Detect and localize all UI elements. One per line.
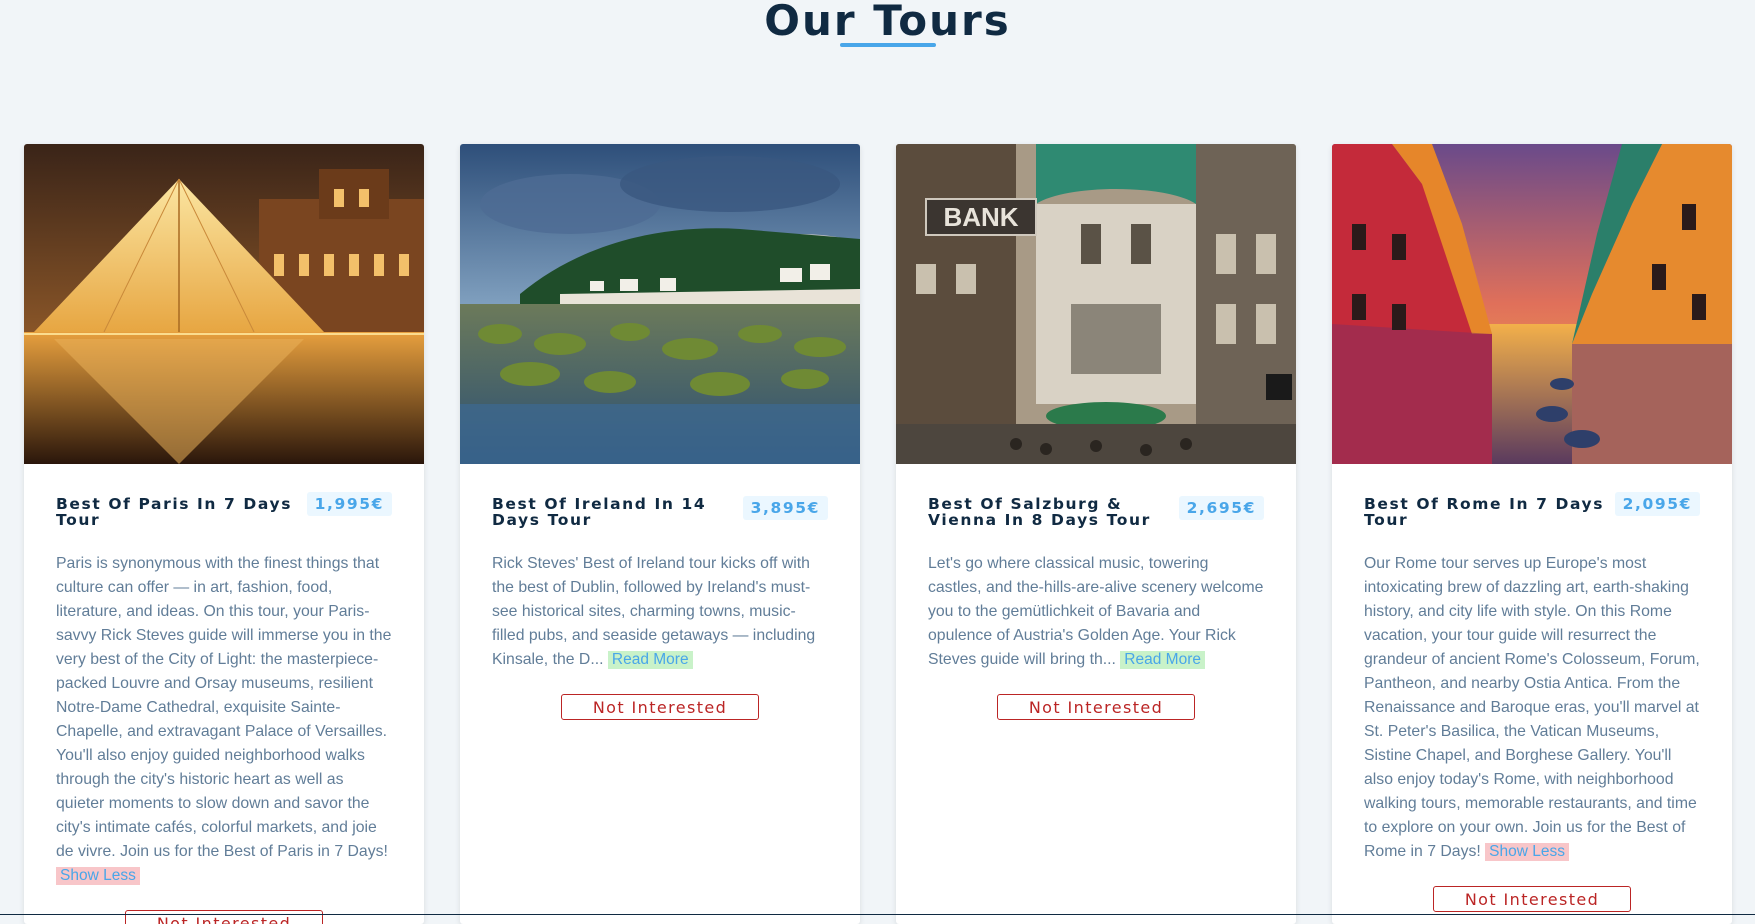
tour-image-paris xyxy=(24,144,424,464)
tour-description-text: Let's go where classical music, towering… xyxy=(928,555,1264,668)
tour-name: Best Of Salzburg & Vienna In 8 Days Tour xyxy=(928,495,1151,529)
tour-price: 2,695€ xyxy=(1178,496,1264,520)
tour-card-paris: Best Of Paris In 7 Days Tour 1,995€ Pari… xyxy=(24,144,424,924)
bank-sign-text: BANK xyxy=(943,202,1018,232)
not-interested-button[interactable]: Not Interested xyxy=(125,910,323,924)
tour-name: Best Of Rome In 7 Days Tour xyxy=(1364,495,1605,529)
tour-description-text: Paris is synonymous with the finest thin… xyxy=(56,555,392,860)
tour-description: Rick Steves' Best of Ireland tour kicks … xyxy=(492,552,828,672)
tour-description: Let's go where classical music, towering… xyxy=(928,552,1264,672)
tour-description: Our Rome tour serves up Europe's most in… xyxy=(1364,552,1700,864)
tour-name: Best Of Ireland In 14 Days Tour xyxy=(492,495,707,529)
not-interested-button[interactable]: Not Interested xyxy=(561,694,759,720)
read-more-button[interactable]: Read More xyxy=(607,651,693,669)
tour-description: Paris is synonymous with the finest thin… xyxy=(56,552,392,888)
tour-description-text: Our Rome tour serves up Europe's most in… xyxy=(1364,555,1700,860)
tour-price: 3,895€ xyxy=(742,496,828,520)
read-more-button[interactable]: Read More xyxy=(1120,651,1205,669)
tour-image-ireland xyxy=(460,144,860,464)
tour-card-rome: Best Of Rome In 7 Days Tour 2,095€ Our R… xyxy=(1332,144,1732,924)
title-underline xyxy=(840,43,936,47)
show-less-button[interactable]: Show Less xyxy=(56,867,140,885)
not-interested-button[interactable]: Not Interested xyxy=(1433,886,1631,912)
not-interested-button[interactable]: Not Interested xyxy=(997,694,1195,720)
tour-price: 2,095€ xyxy=(1614,492,1700,516)
tour-price: 1,995€ xyxy=(306,492,392,516)
tour-card-salzburg-vienna: BANK Best Of Salzburg & Vienna In 8 Days… xyxy=(896,144,1296,924)
page-title: Our Tours xyxy=(764,0,1011,45)
tour-card-ireland: Best Of Ireland In 14 Days Tour 3,895€ R… xyxy=(460,144,860,924)
tour-name: Best Of Paris In 7 Days Tour xyxy=(56,495,293,529)
tour-image-rome xyxy=(1332,144,1732,464)
show-less-button[interactable]: Show Less xyxy=(1485,843,1569,861)
tour-image-vienna: BANK xyxy=(896,144,1296,464)
